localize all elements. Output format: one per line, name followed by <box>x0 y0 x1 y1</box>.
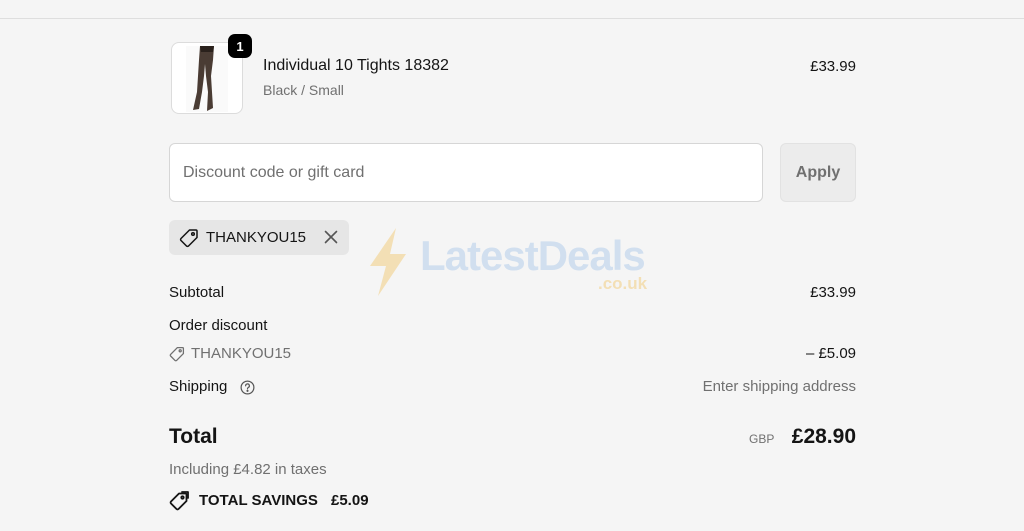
applied-discount-chip: THANKYOU15 <box>169 220 349 255</box>
total-savings-value: £5.09 <box>331 492 369 509</box>
subtotal-label: Subtotal <box>169 284 225 301</box>
tax-note: Including £4.82 in taxes <box>169 461 327 478</box>
savings-tag-icon <box>169 491 189 516</box>
header-divider <box>0 18 1024 19</box>
shipping-value: Enter shipping address <box>702 378 856 395</box>
close-icon[interactable] <box>324 230 338 249</box>
watermark: LatestDeals .co.uk <box>366 226 666 306</box>
shipping-label: Shipping <box>169 378 228 395</box>
quantity-badge: 1 <box>228 34 252 58</box>
discount-value: – £5.09 <box>805 345 856 362</box>
watermark-brand: LatestDeals <box>420 232 646 279</box>
currency-code: GBP <box>749 432 775 446</box>
apply-button[interactable]: Apply <box>780 143 856 202</box>
total-value: £28.90 <box>791 425 856 448</box>
product-variant: Black / Small <box>263 82 344 98</box>
tights-image-icon <box>186 46 228 112</box>
tag-icon <box>169 346 185 367</box>
subtotal-value: £33.99 <box>810 284 856 301</box>
help-icon[interactable] <box>240 380 255 400</box>
watermark-domain: .co.uk <box>598 274 648 293</box>
order-discount-label: Order discount <box>169 317 268 334</box>
lightning-bolt-icon <box>370 228 406 296</box>
total-label: Total <box>169 425 218 448</box>
total-savings-label: TOTAL SAVINGS <box>199 492 318 509</box>
applied-discount-code: THANKYOU15 <box>206 229 307 246</box>
product-name: Individual 10 Tights 18382 <box>263 57 449 74</box>
tag-icon <box>179 228 199 253</box>
discount-code-line: THANKYOU15 <box>191 345 292 362</box>
discount-code-input[interactable] <box>169 143 763 202</box>
product-price: £33.99 <box>810 58 856 75</box>
